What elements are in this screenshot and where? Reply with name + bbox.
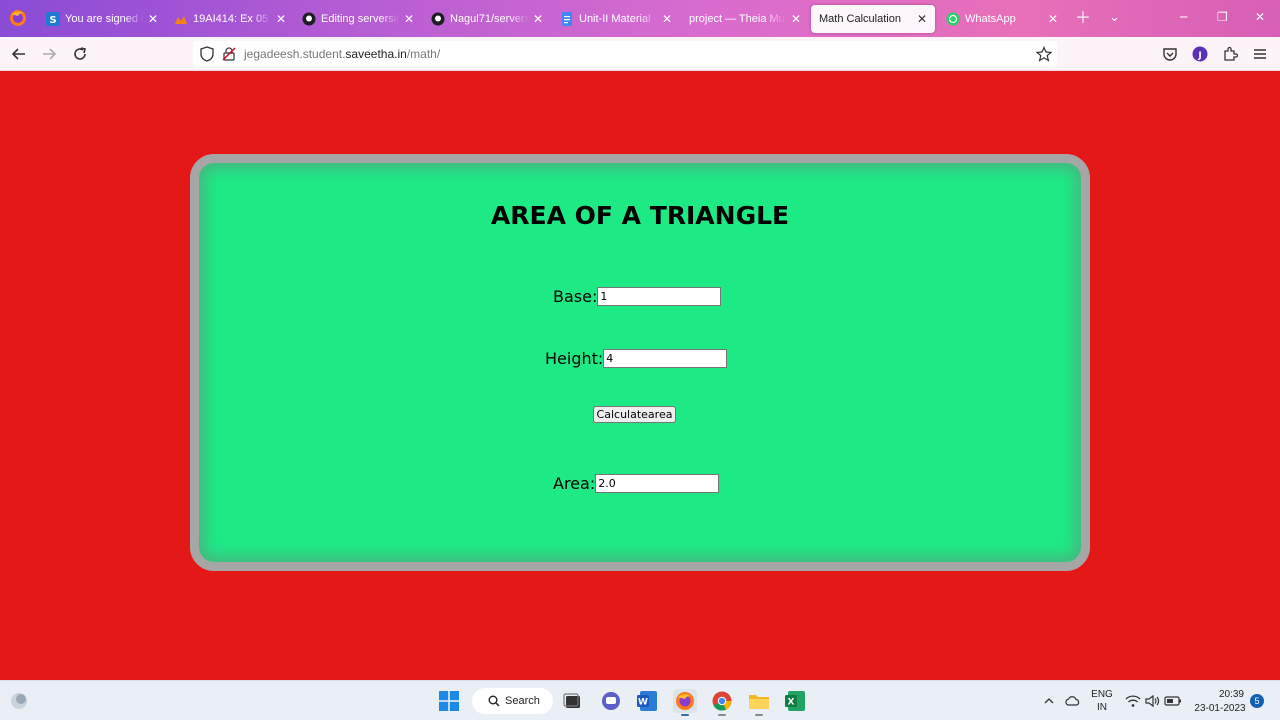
area-output[interactable] [595,474,720,493]
docs-icon [560,12,574,26]
extensions-icon[interactable] [1221,45,1239,63]
account-avatar[interactable]: J [1191,45,1209,63]
running-app-indicator [718,714,726,716]
github-icon [431,12,445,26]
file-explorer-icon[interactable] [747,689,771,713]
account-initial: J [1197,51,1201,61]
tab-editing-serverside[interactable]: Editing serverside ✕ [302,5,414,33]
task-view-icon[interactable] [561,689,585,713]
tab-signed-in[interactable]: S You are signed in as ✕ [46,5,158,33]
shield-icon[interactable] [200,46,214,65]
url-path: /math/ [406,47,441,61]
taskbar: Search W X ENG IN 20:39 23-01-2023 5 [0,680,1280,720]
calculate-area-button[interactable]: Calculatearea [593,406,676,423]
teams-chat-icon[interactable] [599,689,623,713]
tab-title: Nagul71/serverside [450,13,529,25]
volume-icon[interactable] [1144,689,1160,713]
clock[interactable]: 20:39 23-01-2023 [1188,688,1252,716]
battery-icon[interactable] [1164,689,1182,713]
tab-whatsapp[interactable]: WhatsApp ✕ [946,5,1058,33]
base-input[interactable] [597,287,722,306]
moodle-icon [174,12,188,26]
close-tab-icon[interactable]: ✕ [791,12,801,26]
list-tabs-icon[interactable]: ⌄ [1109,9,1120,27]
show-hidden-icons-icon[interactable] [1041,689,1057,713]
start-windows-icon[interactable] [437,689,461,713]
url-prefix: jegadeesh.student. [244,47,346,61]
tab-title: Editing serverside [321,13,400,25]
excel-icon[interactable]: X [784,689,808,713]
close-tab-icon[interactable]: ✕ [276,12,286,26]
url-text[interactable]: jegadeesh.student.saveetha.in/math/ [244,47,440,61]
tab-title: Math Calculation [819,13,901,25]
tab-title: project — Theia Multi [689,13,787,25]
svg-text:S: S [49,15,56,26]
tab-math-calculation[interactable]: Math Calculation ✕ [811,5,935,33]
svg-text:W: W [638,698,648,708]
reload-icon[interactable] [71,45,89,63]
forward-icon[interactable] [40,45,58,63]
page-title: AREA OF A TRIANGLE [490,201,790,230]
new-tab-icon[interactable]: ＋ [1075,9,1091,27]
close-tab-icon[interactable]: ✕ [1048,12,1058,26]
word-icon[interactable]: W [636,689,660,713]
tab-title: 19AI414: Ex 05: De [193,13,272,25]
base-row: Base: [553,287,722,306]
url-bar[interactable]: jegadeesh.student.saveetha.in/math/ [193,41,1057,67]
pocket-icon[interactable] [1161,45,1179,63]
tab-title: Unit-II Material - G [579,13,658,25]
height-row: Height: [545,349,728,368]
region-line: IN [1097,702,1107,713]
language-indicator[interactable]: ENG IN [1088,688,1116,714]
calculator-card: AREA OF A TRIANGLE Base: Height: Calcula… [190,154,1090,571]
close-window-icon[interactable]: ✕ [1255,10,1265,24]
url-domain: saveetha.in [345,47,407,61]
chrome-icon[interactable] [710,689,734,713]
tab-theia[interactable]: project — Theia Multi ✕ [689,5,801,33]
tab-nagul71[interactable]: Nagul71/serverside ✕ [431,5,543,33]
close-tab-icon[interactable]: ✕ [917,12,927,26]
wifi-icon[interactable] [1125,689,1141,713]
navigation-toolbar: jegadeesh.student.saveetha.in/math/ J [0,37,1280,71]
onedrive-cloud-icon[interactable] [1062,689,1082,713]
insecure-lock-icon[interactable] [222,47,236,64]
clock-time: 20:39 [1218,689,1244,700]
github-icon [302,12,316,26]
height-input[interactable] [603,349,728,368]
area-label: Area: [553,474,596,493]
minimize-icon[interactable]: ─ [1180,10,1187,24]
close-tab-icon[interactable]: ✕ [662,12,672,26]
height-label: Height: [545,349,604,368]
close-tab-icon[interactable]: ✕ [533,12,543,26]
active-app-indicator [681,714,689,716]
hamburger-menu-icon[interactable] [1251,45,1269,63]
tab-bar: S You are signed in as ✕ 19AI414: Ex 05:… [0,0,1280,37]
search-label: Search [505,695,540,707]
firefox-taskbar-icon[interactable] [673,689,697,713]
area-row: Area: [553,474,720,493]
tab-unit-ii[interactable]: Unit-II Material - G ✕ [560,5,672,33]
close-tab-icon[interactable]: ✕ [148,12,158,26]
clock-date: 23-01-2023 [1194,703,1246,714]
svg-text:X: X [788,698,795,708]
page-viewport: AREA OF A TRIANGLE Base: Height: Calcula… [0,71,1280,680]
notification-badge[interactable]: 5 [1250,694,1264,708]
restore-icon[interactable]: ❐ [1217,10,1228,24]
back-icon[interactable] [10,45,28,63]
whatsapp-icon [946,12,960,26]
tab-title: WhatsApp [965,13,1016,25]
base-label: Base: [553,287,598,306]
close-tab-icon[interactable]: ✕ [404,12,414,26]
taskbar-search[interactable]: Search [472,688,553,714]
tab-title: You are signed in as [65,13,144,25]
search-icon [488,695,500,707]
weather-icon[interactable] [7,689,31,713]
tab-ex05[interactable]: 19AI414: Ex 05: De ✕ [174,5,286,33]
saveetha-s-icon: S [46,12,60,26]
bookmark-star-icon[interactable] [1035,46,1053,65]
language-line: ENG [1091,689,1113,700]
firefox-icon[interactable] [8,8,28,28]
running-app-indicator [755,714,763,716]
